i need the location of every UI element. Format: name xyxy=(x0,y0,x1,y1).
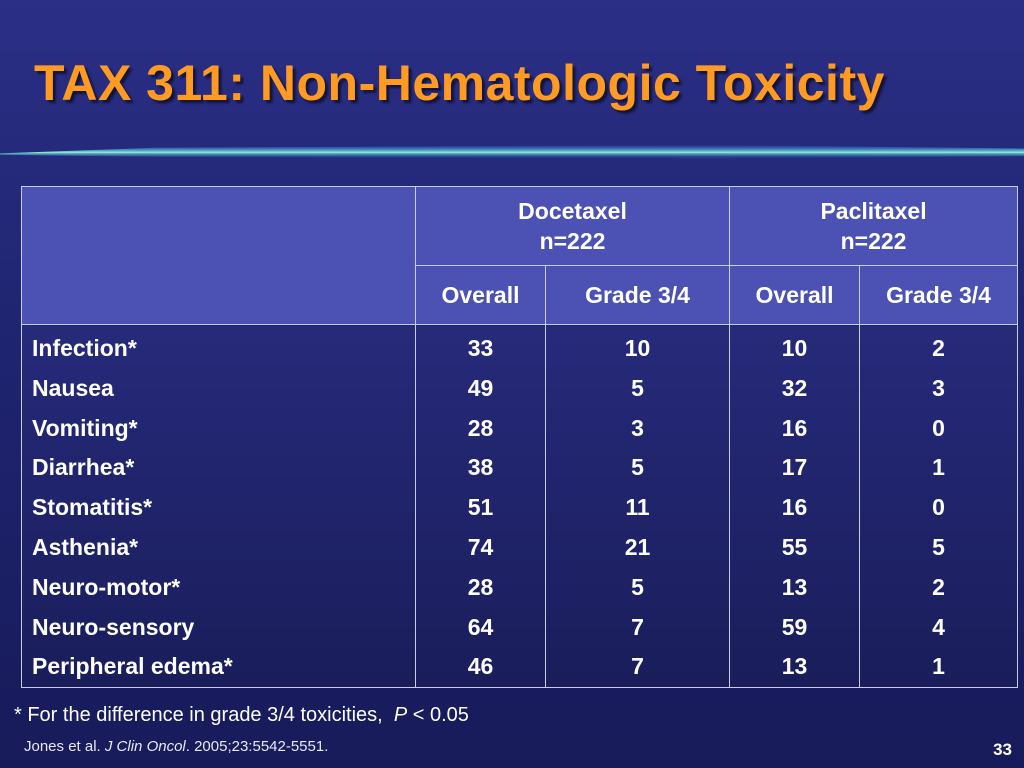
table-cell: 3 xyxy=(932,374,945,401)
row-label: Stomatitis* xyxy=(32,494,153,521)
table-cell: 28 xyxy=(467,414,494,441)
table-cell: 7 xyxy=(631,653,644,680)
row-label: Vomiting* xyxy=(32,414,138,441)
subheader-cell: Overall xyxy=(729,265,861,325)
row-label: Neuro-sensory xyxy=(32,613,195,640)
table-cell: 17 xyxy=(781,454,808,481)
table-cell: 5 xyxy=(631,573,644,600)
p-value: < 0.05 xyxy=(412,704,469,726)
table-cell: 1 xyxy=(932,454,945,481)
table-cell: 7 xyxy=(631,613,644,640)
table-cell: 32 xyxy=(781,374,808,401)
table-cell: 46 xyxy=(467,653,494,680)
row-label: Diarrhea* xyxy=(32,454,135,481)
table-cell: 74 xyxy=(467,533,494,560)
subheader-cell: Overall xyxy=(415,265,546,325)
docetaxel-grade34-column: 10 5 3 5 11 21 5 7 7 xyxy=(544,323,731,689)
citation: Jones et al. J Clin Oncol. 2005;23:5542-… xyxy=(24,738,328,755)
table-cell: 3 xyxy=(631,414,644,441)
table-cell: 5 xyxy=(631,454,644,481)
paclitaxel-grade34-column: 2 3 0 1 0 5 2 4 1 xyxy=(859,323,1019,689)
table-cell: 2 xyxy=(932,335,945,361)
subheader-cell: Grade 3/4 xyxy=(544,265,731,325)
table-cell: 1 xyxy=(932,653,945,680)
table-cell: 13 xyxy=(781,653,808,680)
paclitaxel-overall-column: 10 32 16 17 16 55 13 59 13 xyxy=(729,323,861,689)
table-cell: 5 xyxy=(932,533,945,560)
footnote: * For the difference in grade 3/4 toxici… xyxy=(14,704,469,727)
row-labels-column: Infection* Nausea Vomiting* Diarrhea* St… xyxy=(21,323,416,689)
row-label: Peripheral edema* xyxy=(32,653,233,680)
header-group-docetaxel: Docetaxel n=222 xyxy=(414,186,731,266)
table-cell: 64 xyxy=(467,613,494,640)
row-label: Nausea xyxy=(32,374,114,401)
table-header-row-groups: Docetaxel n=222 Paclitaxel n=222 xyxy=(21,186,1019,325)
value-list: 10 5 3 5 11 21 5 7 7 xyxy=(546,325,729,687)
row-label: Neuro-motor* xyxy=(32,573,181,600)
table-cell: 10 xyxy=(781,335,808,361)
table-cell: 33 xyxy=(467,335,494,361)
table-cell: 11 xyxy=(625,494,650,521)
table-cell: 13 xyxy=(781,573,808,600)
row-label: Asthenia* xyxy=(32,533,139,560)
row-labels: Infection* Nausea Vomiting* Diarrhea* St… xyxy=(22,325,415,687)
table-cell: 16 xyxy=(781,414,808,441)
p-symbol: P xyxy=(393,704,408,726)
citation-details: . 2005;23:5542-5551. xyxy=(185,738,329,755)
page-number: 33 xyxy=(993,740,1012,759)
table-cell: 59 xyxy=(781,613,808,640)
group-n: n=222 xyxy=(840,228,907,254)
table-cell: 38 xyxy=(467,454,494,481)
table-cell: 4 xyxy=(932,613,945,640)
table-body: Infection* Nausea Vomiting* Diarrhea* St… xyxy=(21,323,1019,689)
row-label: Infection* xyxy=(32,335,137,361)
table-cell: 51 xyxy=(467,494,494,521)
citation-journal: J Clin Oncol xyxy=(104,738,186,755)
toxicity-table: Docetaxel n=222 Paclitaxel n=222 Overall… xyxy=(21,186,1019,689)
group-name: Docetaxel xyxy=(518,198,627,224)
table-cell: 0 xyxy=(932,494,945,521)
table-cell: 55 xyxy=(781,533,808,560)
citation-authors: Jones et al. xyxy=(24,738,101,755)
group-name: Paclitaxel xyxy=(820,198,927,224)
table-cell: 5 xyxy=(631,374,644,401)
table-cell: 10 xyxy=(624,335,651,361)
table-cell: 21 xyxy=(624,533,651,560)
table-cell: 2 xyxy=(932,573,945,600)
value-list: 10 32 16 17 16 55 13 59 13 xyxy=(730,325,859,687)
table-cell: 49 xyxy=(467,374,494,401)
group-n: n=222 xyxy=(539,228,606,254)
subheader-cell: Grade 3/4 xyxy=(859,265,1019,325)
slide-title: TAX 311: Non-Hematologic Toxicity xyxy=(34,55,885,111)
title-divider xyxy=(0,145,1024,159)
header-group-paclitaxel: Paclitaxel n=222 xyxy=(729,186,1019,266)
table-cell: 28 xyxy=(467,573,494,600)
footnote-text: * For the difference in grade 3/4 toxici… xyxy=(14,704,383,726)
table-cell: 16 xyxy=(781,494,808,521)
table-cell: 0 xyxy=(932,414,945,441)
header-blank-cell xyxy=(21,186,416,325)
value-list: 2 3 0 1 0 5 2 4 1 xyxy=(860,325,1017,687)
value-list: 33 49 28 38 51 74 28 64 46 xyxy=(416,325,545,687)
docetaxel-overall-column: 33 49 28 38 51 74 28 64 46 xyxy=(415,323,546,689)
